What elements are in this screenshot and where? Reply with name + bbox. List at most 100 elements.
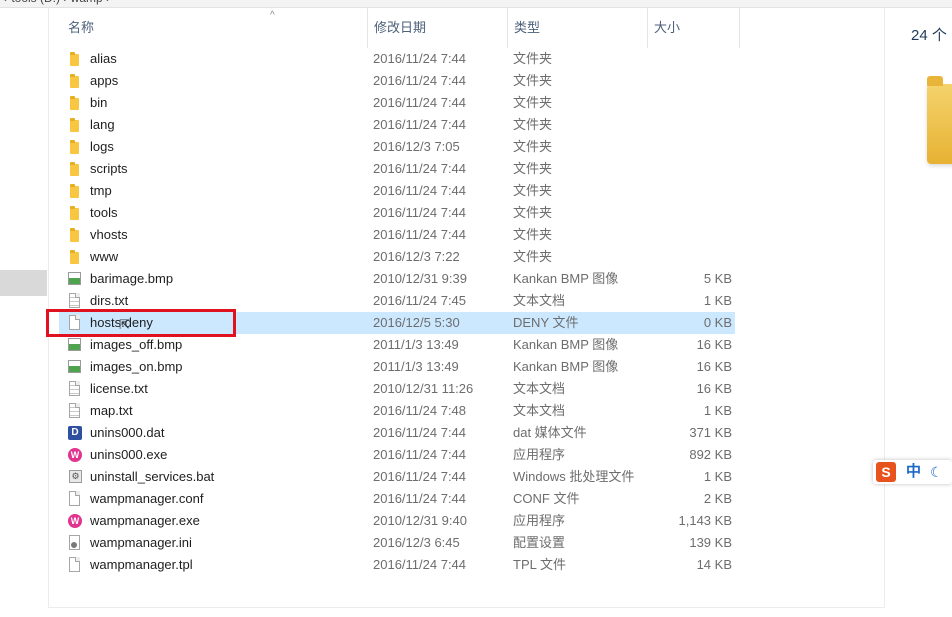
column-divider[interactable] (739, 8, 740, 48)
file-row[interactable]: Wunins000.exe 2016/11/24 7:44 应用程序 892 KB (59, 444, 735, 466)
file-name: uninstall_services.bat (90, 469, 215, 484)
file-date: 2016/11/24 7:44 (373, 205, 467, 220)
file-row[interactable]: logs 2016/12/3 7:05 文件夹 (59, 136, 735, 158)
file-row[interactable]: alias 2016/11/24 7:44 文件夹 (59, 48, 735, 70)
address-bar-partial[interactable]: › tools (D:) › wamp › (0, 0, 952, 8)
file-row[interactable]: www 2016/12/3 7:22 文件夹 (59, 246, 735, 268)
file-size: 16 KB (696, 381, 732, 396)
file-type: DENY 文件 (513, 315, 579, 330)
breadcrumb-partial: › tools (D:) › wamp › (4, 0, 110, 5)
file-row[interactable]: scripts 2016/11/24 7:44 文件夹 (59, 158, 735, 180)
file-row[interactable]: tools 2016/11/24 7:44 文件夹 (59, 202, 735, 224)
folder-icon (67, 161, 83, 177)
file-row[interactable]: wampmanager.ini 2016/12/3 6:45 配置设置 139 KB (59, 532, 735, 554)
blank-file-icon (67, 491, 83, 507)
column-header-name[interactable]: 名称 ^ (62, 8, 373, 48)
file-row[interactable]: tmp 2016/11/24 7:44 文件夹 (59, 180, 735, 202)
file-date: 2011/1/3 13:49 (373, 337, 459, 352)
file-name: vhosts (90, 227, 128, 242)
file-name: apps (90, 73, 119, 88)
file-type: 文本文档 (513, 403, 566, 418)
file-size: 1 KB (703, 293, 732, 308)
file-row[interactable]: Wwampmanager.exe 2010/12/31 9:40 应用程序 1,143… (59, 510, 735, 532)
file-row[interactable]: Dunins000.dat 2016/11/24 7:44 dat 媒体文件 371 … (59, 422, 735, 444)
file-row[interactable]: wampmanager.tpl 2016/11/24 7:44 TPL 文件 14 K… (59, 554, 735, 576)
file-name: wampmanager.conf (90, 491, 204, 506)
file-row[interactable]: vhosts 2016/11/24 7:44 文件夹 (59, 224, 735, 246)
file-date: 2016/12/3 7:22 (373, 249, 460, 264)
file-date: 2016/11/24 7:44 (373, 227, 467, 242)
file-date: 2016/11/24 7:44 (373, 425, 467, 440)
file-row[interactable]: images_on.bmp 2011/1/3 13:49 Kankan BMP 图像… (59, 356, 735, 378)
file-date: 2016/12/3 7:05 (373, 139, 460, 154)
file-date: 2016/11/24 7:45 (373, 293, 467, 308)
column-header-name-label: 名称 (68, 20, 95, 35)
file-row[interactable]: images_off.bmp 2011/1/3 13:49 Kankan BMP 图… (59, 334, 735, 356)
sogou-logo-icon[interactable]: S (876, 462, 896, 482)
text-file-icon (67, 293, 83, 309)
folder-icon (67, 183, 83, 199)
file-size: 0 KB (703, 315, 732, 330)
file-row[interactable]: lang 2016/11/24 7:44 文件夹 (59, 114, 735, 136)
column-header: 名称 ^ 修改日期 类型 大小 (49, 8, 884, 48)
navigation-pane[interactable] (0, 8, 49, 608)
batch-file-icon: ⚙ (67, 469, 83, 485)
file-date: 2016/11/24 7:44 (373, 183, 467, 198)
file-size: 2 KB (703, 491, 732, 506)
list-bottom-divider (49, 607, 884, 608)
folder-icon (67, 73, 83, 89)
file-name: tools (90, 205, 118, 220)
file-type: 文件夹 (513, 95, 553, 110)
file-name: logs (90, 139, 114, 154)
text-file-icon (67, 381, 83, 397)
file-type: Windows 批处理文件 (513, 469, 635, 484)
moon-icon[interactable]: ☾ (930, 462, 943, 482)
file-name: alias (90, 51, 117, 66)
file-name: unins000.dat (90, 425, 165, 440)
details-pane: 24 个 (884, 8, 952, 608)
bmp-image-icon (67, 359, 83, 375)
file-row[interactable]: license.txt 2010/12/31 11:26 文本文档 16 KB (59, 378, 735, 400)
file-type: 文件夹 (513, 117, 553, 132)
file-date: 2016/11/24 7:44 (373, 491, 467, 506)
file-type: 文件夹 (513, 73, 553, 88)
file-size: 139 KB (689, 535, 732, 550)
file-name: wampmanager.tpl (90, 557, 193, 572)
file-row[interactable]: apps 2016/11/24 7:44 文件夹 (59, 70, 735, 92)
bmp-image-icon (67, 337, 83, 353)
column-header-date[interactable]: 修改日期 (367, 8, 507, 48)
file-date: 2016/11/24 7:44 (373, 117, 467, 132)
file-size: 5 KB (703, 271, 732, 286)
dat-file-icon: D (67, 425, 83, 441)
file-size: 1 KB (703, 403, 732, 418)
file-type: 文件夹 (513, 51, 553, 66)
navigation-selected-item[interactable] (0, 270, 47, 296)
file-name: images_on.bmp (90, 359, 183, 374)
file-name: barimage.bmp (90, 271, 174, 286)
file-row[interactable]: map.txt 2016/11/24 7:48 文本文档 1 KB (59, 400, 735, 422)
file-date: 2016/11/24 7:44 (373, 95, 467, 110)
ime-language-toggle[interactable]: 中 (906, 462, 921, 482)
ime-toolbar[interactable]: S 中 ☾ (873, 460, 952, 484)
file-date: 2010/12/31 9:39 (373, 271, 467, 286)
file-date: 2016/11/24 7:44 (373, 557, 467, 572)
file-type: 文件夹 (513, 183, 553, 198)
folder-icon (67, 51, 83, 67)
file-name: unins000.exe (90, 447, 168, 462)
column-header-type[interactable]: 类型 (507, 8, 647, 48)
file-size: 16 KB (696, 359, 732, 374)
file-size: 1 KB (703, 469, 732, 484)
file-type: 文本文档 (513, 293, 566, 308)
file-row[interactable]: barimage.bmp 2010/12/31 9:39 Kankan BMP 图像… (59, 268, 735, 290)
file-name: wampmanager.ini (90, 535, 192, 550)
item-count: 24 个 (911, 27, 947, 44)
file-row[interactable]: bin 2016/11/24 7:44 文件夹 (59, 92, 735, 114)
file-row[interactable]: wampmanager.conf 2016/11/24 7:44 CONF 文件 2 … (59, 488, 735, 510)
file-row[interactable]: ⚙ uninstall_services.bat 2016/11/24 7:44 Wi… (59, 466, 735, 488)
column-header-type-label: 类型 (514, 20, 541, 35)
column-header-size[interactable]: 大小 (647, 8, 739, 48)
file-size: 14 KB (696, 557, 732, 572)
file-name: bin (90, 95, 108, 110)
file-size: 16 KB (696, 337, 732, 352)
file-type: Kankan BMP 图像 (513, 271, 619, 286)
